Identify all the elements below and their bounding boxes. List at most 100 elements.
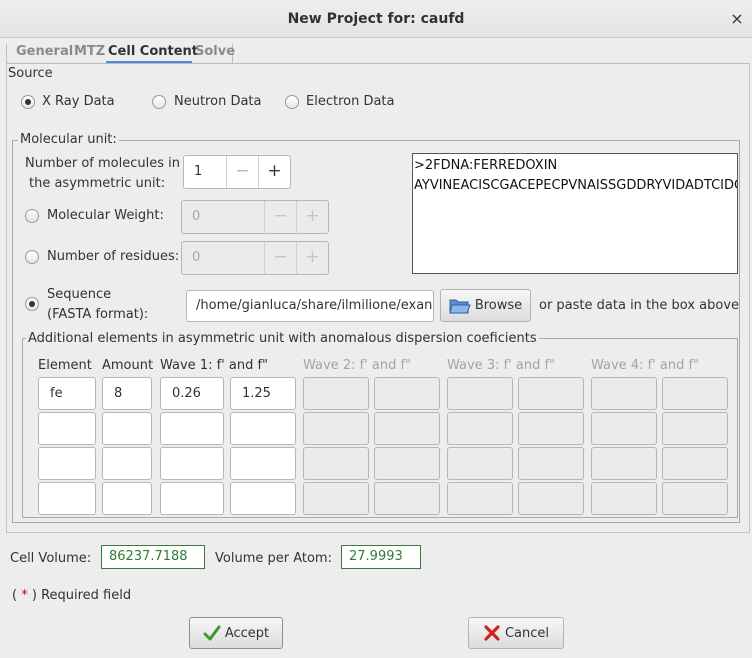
accept-button[interactable]: Accept xyxy=(189,617,283,649)
num-molecules-value[interactable]: 1 xyxy=(184,156,226,188)
wave1-fpp-cell[interactable] xyxy=(230,482,296,515)
minus-icon[interactable]: − xyxy=(264,201,296,233)
molecular-unit-legend: Molecular unit: xyxy=(18,132,119,147)
radio-sequence[interactable] xyxy=(25,297,39,311)
wave4-fpp-cell xyxy=(662,412,728,445)
header-amount: Amount xyxy=(102,358,154,373)
radio-electron-label[interactable]: Electron Data xyxy=(306,94,395,109)
volume-per-atom-value: 27.9993 xyxy=(341,545,421,569)
wave4-fpp-cell xyxy=(662,447,728,480)
tab-cell-content[interactable]: Cell Content xyxy=(108,44,198,62)
wave4-fp-cell xyxy=(591,447,657,480)
wave1-fp-cell[interactable] xyxy=(160,412,224,445)
wave3-fpp-cell xyxy=(518,482,584,515)
source-label: Source xyxy=(8,66,53,81)
header-wave4: Wave 4: f' and f" xyxy=(591,358,700,373)
amount-cell[interactable] xyxy=(102,412,152,445)
radio-xray[interactable] xyxy=(21,95,35,109)
header-element: Element xyxy=(38,358,92,373)
wave2-fpp-cell xyxy=(374,377,440,410)
wave2-fp-cell xyxy=(303,412,369,445)
browse-label: Browse xyxy=(474,298,523,313)
header-wave1: Wave 1: f' and f" xyxy=(160,358,269,373)
num-molecules-label-line2: the asymmetric unit: xyxy=(29,176,166,191)
sequence-textarea[interactable]: >2FDNA:FERREDOXIN AYVINEACISCGACEPECPVNA… xyxy=(412,153,738,274)
amount-cell[interactable]: 8 xyxy=(102,377,152,410)
sequence-label-line2[interactable]: (FASTA format): xyxy=(47,307,148,322)
wave1-fpp-cell[interactable] xyxy=(230,412,296,445)
cancel-label: Cancel xyxy=(504,625,550,641)
mol-weight-label[interactable]: Molecular Weight: xyxy=(47,208,164,223)
wave4-fp-cell xyxy=(591,412,657,445)
required-star: * xyxy=(21,588,28,603)
wave1-fpp-cell[interactable]: 1.25 xyxy=(230,377,296,410)
num-molecules-spinner[interactable]: 1 − + xyxy=(183,155,291,189)
header-wave2: Wave 2: f' and f" xyxy=(303,358,412,373)
wave3-fp-cell xyxy=(447,482,513,515)
anomalous-legend: Additional elements in asymmetric unit w… xyxy=(26,331,539,346)
close-icon[interactable]: × xyxy=(728,9,746,29)
sequence-path-input[interactable]: /home/gianluca/share/ilmilione/exan xyxy=(186,290,434,322)
plus-icon[interactable]: + xyxy=(258,156,290,188)
num-residues-value[interactable]: 0 xyxy=(182,242,264,274)
cancel-button[interactable]: Cancel xyxy=(468,617,564,649)
window-title: New Project for: caufd xyxy=(287,11,465,27)
wave1-fp-cell[interactable] xyxy=(160,482,224,515)
radio-mol-weight[interactable] xyxy=(25,209,39,223)
wave3-fpp-cell xyxy=(518,377,584,410)
mol-weight-spinner[interactable]: 0 − + xyxy=(181,200,329,234)
tab-solve[interactable]: Solve xyxy=(195,44,235,62)
wave2-fp-cell xyxy=(303,377,369,410)
radio-xray-label[interactable]: X Ray Data xyxy=(42,94,115,109)
tab-left-edge xyxy=(6,44,7,64)
radio-neutron[interactable] xyxy=(152,95,166,109)
amount-cell[interactable] xyxy=(102,447,152,480)
tab-mtz[interactable]: MTZ xyxy=(74,44,105,62)
wave2-fp-cell xyxy=(303,447,369,480)
wave1-fpp-cell[interactable] xyxy=(230,447,296,480)
radio-num-residues[interactable] xyxy=(25,250,39,264)
header-wave3: Wave 3: f' and f" xyxy=(447,358,556,373)
check-icon xyxy=(203,625,221,641)
mol-weight-value[interactable]: 0 xyxy=(182,201,264,233)
wave3-fp-cell xyxy=(447,447,513,480)
element-cell[interactable]: fe xyxy=(38,377,96,410)
num-residues-spinner[interactable]: 0 − + xyxy=(181,241,329,275)
element-cell[interactable] xyxy=(38,412,96,445)
element-cell[interactable] xyxy=(38,447,96,480)
plus-icon[interactable]: + xyxy=(296,201,328,233)
wave2-fpp-cell xyxy=(374,447,440,480)
required-open: ( xyxy=(12,588,18,603)
browse-button[interactable]: Browse xyxy=(440,289,531,322)
required-note: ( * ) Required field xyxy=(12,588,131,603)
num-molecules-label-line1: Number of molecules in xyxy=(25,156,180,171)
wave2-fp-cell xyxy=(303,482,369,515)
num-residues-label[interactable]: Number of residues: xyxy=(47,249,179,264)
wave4-fpp-cell xyxy=(662,482,728,515)
volume-per-atom-label: Volume per Atom: xyxy=(215,551,332,566)
minus-icon[interactable]: − xyxy=(226,156,258,188)
wave2-fpp-cell xyxy=(374,412,440,445)
wave3-fpp-cell xyxy=(518,447,584,480)
radio-electron[interactable] xyxy=(285,95,299,109)
wave4-fpp-cell xyxy=(662,377,728,410)
wave4-fp-cell xyxy=(591,482,657,515)
radio-neutron-label[interactable]: Neutron Data xyxy=(174,94,261,109)
wave3-fp-cell xyxy=(447,377,513,410)
wave4-fp-cell xyxy=(591,377,657,410)
paste-hint: or paste data in the box above xyxy=(539,298,740,313)
folder-open-icon xyxy=(449,297,471,315)
plus-icon[interactable]: + xyxy=(296,242,328,274)
minus-icon[interactable]: − xyxy=(264,242,296,274)
wave2-fpp-cell xyxy=(374,482,440,515)
cell-volume-value: 86237.7188 xyxy=(101,545,205,569)
element-cell[interactable] xyxy=(38,482,96,515)
wave1-fp-cell[interactable]: 0.26 xyxy=(160,377,224,410)
tab-general[interactable]: General xyxy=(16,44,73,62)
accept-label: Accept xyxy=(224,625,270,641)
sequence-label-line1[interactable]: Sequence xyxy=(47,287,111,302)
required-text: ) Required field xyxy=(31,588,132,603)
cell-volume-label: Cell Volume: xyxy=(10,551,92,566)
wave1-fp-cell[interactable] xyxy=(160,447,224,480)
amount-cell[interactable] xyxy=(102,482,152,515)
